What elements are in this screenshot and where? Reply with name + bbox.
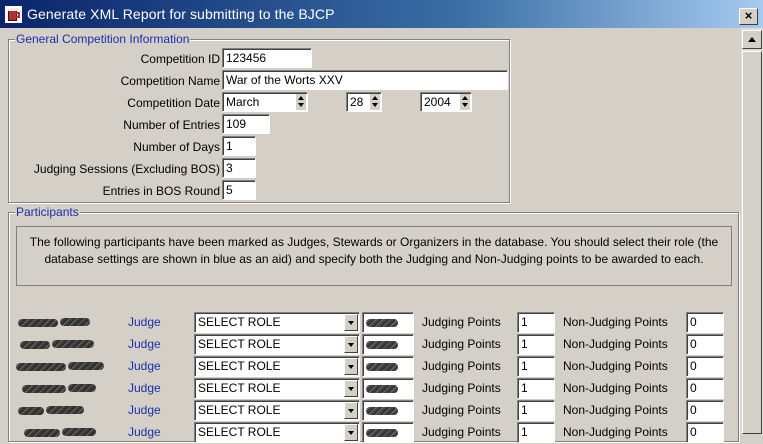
date-day-value: 28 <box>350 95 364 109</box>
non-judging-points-input[interactable]: 0 <box>686 378 724 399</box>
role-select-value: SELECT ROLE <box>198 381 281 395</box>
window-title: Generate XML Report for submitting to th… <box>27 6 335 22</box>
sessions-input[interactable]: 3 <box>222 158 256 178</box>
non-judging-points-label: Non-Judging Points <box>563 359 668 373</box>
role-select-value: SELECT ROLE <box>198 359 281 373</box>
participant-name-redacted <box>14 314 114 330</box>
scroll-up-button[interactable] <box>742 30 762 49</box>
non-judging-points-input[interactable]: 0 <box>686 400 724 421</box>
non-judging-points-label: Non-Judging Points <box>563 315 668 329</box>
judging-points-input[interactable]: 1 <box>517 400 555 421</box>
participant-row: Judge SELECT ROLE Judging Points 1 Non-Judgi… <box>0 422 740 444</box>
judging-points-label: Judging Points <box>422 403 501 417</box>
non-judging-points-input[interactable]: 0 <box>686 422 724 443</box>
role-select[interactable]: SELECT ROLE <box>194 400 360 421</box>
arrow-up-icon <box>748 37 756 42</box>
role-select-value: SELECT ROLE <box>198 315 281 329</box>
spinner-arrows-icon[interactable] <box>459 94 470 110</box>
participant-name-redacted <box>14 336 114 352</box>
participant-id-redacted[interactable] <box>362 400 414 421</box>
participant-name-redacted <box>14 424 114 440</box>
participants-legend: Participants <box>15 205 80 219</box>
judging-points-label: Judging Points <box>422 337 501 351</box>
scroll-thumb[interactable] <box>742 51 762 434</box>
participants-info-text: The following participants have been mar… <box>16 226 732 286</box>
competition-date-label: Competition Date <box>127 96 220 110</box>
date-year-value: 2004 <box>424 95 451 109</box>
participant-name-redacted <box>14 358 114 374</box>
spinner-arrows-icon[interactable] <box>369 94 380 110</box>
db-role-label: Judge <box>128 425 161 439</box>
participant-row: Judge SELECT ROLE Judging Points 1 Non-Judgi… <box>0 334 740 356</box>
non-judging-points-label: Non-Judging Points <box>563 381 668 395</box>
role-select[interactable]: SELECT ROLE <box>194 356 360 377</box>
entries-input[interactable]: 109 <box>222 114 270 134</box>
participant-id-redacted[interactable] <box>362 312 414 333</box>
judging-points-label: Judging Points <box>422 359 501 373</box>
judging-points-label: Judging Points <box>422 381 501 395</box>
beer-mug-icon <box>5 6 22 23</box>
role-select-value: SELECT ROLE <box>198 337 281 351</box>
participant-id-redacted[interactable] <box>362 356 414 377</box>
judging-points-label: Judging Points <box>422 315 501 329</box>
role-select-value: SELECT ROLE <box>198 425 281 439</box>
sessions-label: Judging Sessions (Excluding BOS) <box>33 162 220 176</box>
date-month-spinner[interactable]: March <box>222 92 308 112</box>
date-year-spinner[interactable]: 2004 <box>420 92 472 112</box>
judging-points-input[interactable]: 1 <box>517 356 555 377</box>
chevron-down-icon[interactable] <box>344 358 358 375</box>
db-role-label: Judge <box>128 337 161 351</box>
judging-points-input[interactable]: 1 <box>517 422 555 443</box>
competition-id-input[interactable]: 123456 <box>222 48 312 68</box>
participant-name-redacted <box>14 402 114 418</box>
competition-name-label: Competition Name <box>120 74 220 88</box>
role-select-value: SELECT ROLE <box>198 403 281 417</box>
db-role-label: Judge <box>128 359 161 373</box>
non-judging-points-label: Non-Judging Points <box>563 337 668 351</box>
participant-row: Judge SELECT ROLE Judging Points 1 Non-Judgi… <box>0 356 740 378</box>
chevron-down-icon[interactable] <box>344 314 358 331</box>
non-judging-points-label: Non-Judging Points <box>563 425 668 439</box>
date-day-spinner[interactable]: 28 <box>346 92 382 112</box>
judging-points-input[interactable]: 1 <box>517 378 555 399</box>
judging-points-input[interactable]: 1 <box>517 312 555 333</box>
bos-entries-label: Entries in BOS Round <box>102 184 220 198</box>
days-input[interactable]: 1 <box>222 136 256 156</box>
date-month-value: March <box>226 95 260 109</box>
non-judging-points-input[interactable]: 0 <box>686 356 724 377</box>
participant-row: Judge SELECT ROLE Judging Points 1 Non-Judgi… <box>0 378 740 400</box>
role-select[interactable]: SELECT ROLE <box>194 312 360 333</box>
vertical-scrollbar[interactable] <box>741 28 763 434</box>
participant-id-redacted[interactable] <box>362 334 414 355</box>
general-info-legend: General Competition Information <box>15 32 191 46</box>
bos-entries-input[interactable]: 5 <box>222 180 256 200</box>
non-judging-points-input[interactable]: 0 <box>686 312 724 333</box>
entries-label: Number of Entries <box>123 118 220 132</box>
competition-name-input[interactable]: War of the Worts XXV <box>222 70 508 90</box>
chevron-down-icon[interactable] <box>344 336 358 353</box>
participant-row: Judge SELECT ROLE Judging Points 1 Non-Judgi… <box>0 400 740 422</box>
db-role-label: Judge <box>128 381 161 395</box>
chevron-down-icon[interactable] <box>344 380 358 397</box>
role-select[interactable]: SELECT ROLE <box>194 422 360 443</box>
participant-id-redacted[interactable] <box>362 378 414 399</box>
chevron-down-icon[interactable] <box>344 424 358 441</box>
days-label: Number of Days <box>133 140 220 154</box>
participant-id-redacted[interactable] <box>362 422 414 443</box>
role-select[interactable]: SELECT ROLE <box>194 378 360 399</box>
participant-row: Judge SELECT ROLE Judging Points 1 Non-Judgi… <box>0 312 740 334</box>
participant-name-redacted <box>14 380 114 396</box>
spinner-arrows-icon[interactable] <box>295 94 306 110</box>
title-bar: Generate XML Report for submitting to th… <box>0 0 763 28</box>
non-judging-points-label: Non-Judging Points <box>563 403 668 417</box>
non-judging-points-input[interactable]: 0 <box>686 334 724 355</box>
chevron-down-icon[interactable] <box>344 402 358 419</box>
competition-id-label: Competition ID <box>140 52 220 66</box>
role-select[interactable]: SELECT ROLE <box>194 334 360 355</box>
db-role-label: Judge <box>128 315 161 329</box>
db-role-label: Judge <box>128 403 161 417</box>
judging-points-label: Judging Points <box>422 425 501 439</box>
close-button[interactable]: × <box>739 8 758 25</box>
judging-points-input[interactable]: 1 <box>517 334 555 355</box>
